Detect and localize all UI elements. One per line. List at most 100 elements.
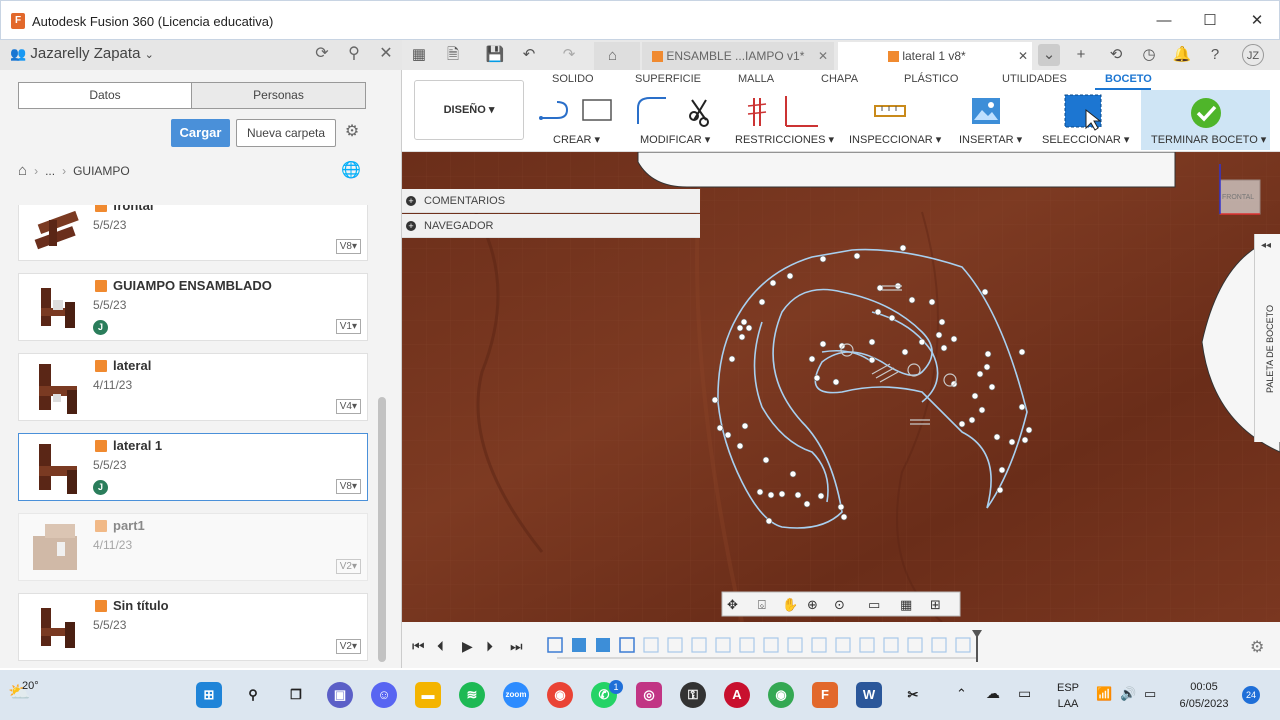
inspect-group-label[interactable]: INSPECCIONAR ▾: [849, 133, 941, 146]
chrome-profile-icon[interactable]: ◉: [768, 682, 794, 708]
teams-icon[interactable]: ▣: [327, 682, 353, 708]
create-group-label[interactable]: CREAR ▾: [553, 133, 600, 146]
step-forward-icon[interactable]: ⏵: [486, 639, 493, 655]
word-icon[interactable]: W: [856, 682, 882, 708]
tab-lateral-1[interactable]: lateral 1 v8* ✕: [838, 42, 1032, 70]
file-item[interactable]: part1 4/11/23 V2▾: [18, 513, 368, 581]
autodesk-access-icon[interactable]: A: [724, 682, 750, 708]
timeline-settings-gear-icon[interactable]: ⚙: [1250, 637, 1264, 656]
finish-sketch-checkmark-icon[interactable]: [1189, 96, 1223, 130]
ribbon-tab-utilidades[interactable]: UTILIDADES: [1002, 73, 1067, 85]
new-tab-icon[interactable]: +: [1070, 44, 1092, 66]
minimize-icon[interactable]: —: [1149, 9, 1179, 33]
show-hidden-icons-icon[interactable]: ⌃: [956, 686, 967, 702]
workspace-dropdown[interactable]: DISEÑO ▾: [414, 80, 524, 140]
comments-panel-header[interactable]: + COMENTARIOS: [402, 189, 700, 213]
instagram-icon[interactable]: ◎: [636, 682, 662, 708]
ribbon-tab-boceto[interactable]: BOCETO: [1105, 73, 1152, 85]
upload-button[interactable]: Cargar: [171, 119, 230, 147]
insert-group-label[interactable]: INSERTAR ▾: [959, 133, 1022, 146]
timeline-image-feature[interactable]: [596, 638, 610, 652]
version-badge[interactable]: V8▾: [335, 239, 361, 254]
notifications-icon[interactable]: 🔔: [1171, 44, 1193, 66]
notification-badge[interactable]: 24: [1242, 686, 1260, 704]
user-avatar[interactable]: JZ: [1242, 44, 1264, 66]
play-icon[interactable]: ▶: [462, 639, 473, 655]
browser-panel-header[interactable]: + NAVEGADOR: [402, 214, 700, 238]
file-item[interactable]: frontal 5/5/23 V8▾: [18, 205, 368, 261]
snipping-tool-icon[interactable]: ✂: [900, 682, 926, 708]
device-icon[interactable]: ▭: [1018, 685, 1031, 702]
breadcrumb-ellipsis[interactable]: ...: [45, 164, 55, 178]
ribbon-tab-superficie[interactable]: SUPERFICIE: [635, 73, 701, 85]
start-icon[interactable]: ⊞: [196, 682, 222, 708]
select-group-label[interactable]: SELECCIONAR ▾: [1042, 133, 1129, 146]
close-tab-icon[interactable]: ✕: [1018, 42, 1028, 70]
grid-menu-icon[interactable]: ▦: [408, 44, 430, 66]
help-icon[interactable]: ?: [1204, 44, 1226, 66]
onedrive-icon[interactable]: ☁: [986, 685, 1000, 702]
file-item[interactable]: Sin título 5/5/23 V2▾: [18, 593, 368, 661]
close-icon[interactable]: ✕: [1242, 9, 1272, 33]
spotify-icon[interactable]: ≋: [459, 682, 485, 708]
team-switcher[interactable]: 👥 Jazarelly Zapata ⌄: [10, 45, 154, 62]
tab-personas[interactable]: Personas: [191, 82, 366, 109]
constraints-tools-icon[interactable]: [742, 94, 822, 130]
constraints-group-label[interactable]: RESTRICCIONES ▾: [735, 133, 834, 146]
extensions-icon[interactable]: ⟲: [1105, 44, 1127, 66]
timeline-extrude-feature[interactable]: [572, 638, 586, 652]
ribbon-tab-plastico[interactable]: PLÁSTICO: [904, 73, 958, 85]
go-to-end-icon[interactable]: ⏭: [510, 639, 523, 655]
maximize-icon[interactable]: ☐: [1195, 9, 1225, 33]
modify-tools-icon[interactable]: [634, 94, 714, 130]
zoom-icon[interactable]: ⊕: [807, 598, 818, 613]
tab-home[interactable]: ⌂: [594, 42, 640, 70]
file-menu-icon[interactable]: 🗎: [442, 44, 464, 66]
file-item[interactable]: GUIAMPO ENSAMBLADO 5/5/23 J V1▾: [18, 273, 368, 341]
version-badge[interactable]: V1▾: [335, 319, 361, 334]
undo-icon[interactable]: ↶: [518, 44, 540, 66]
file-explorer-icon[interactable]: ▬: [415, 682, 441, 708]
new-folder-button[interactable]: Nueva carpeta: [236, 119, 336, 147]
sketch-palette-tab[interactable]: ◂◂ PALETA DE BOCETO: [1254, 234, 1280, 442]
redo-icon[interactable]: ↷: [558, 44, 580, 66]
refresh-icon[interactable]: ⟳: [312, 44, 332, 64]
viewports-icon[interactable]: ⊞: [930, 598, 941, 613]
zoom-icon[interactable]: zoom: [503, 682, 529, 708]
file-item-selected[interactable]: lateral 1 5/5/23 J V8▾: [18, 433, 368, 501]
tab-ensamble[interactable]: ENSAMBLE ...IAMPO v1* ✕: [642, 42, 834, 70]
create-tools-icon[interactable]: [537, 96, 617, 128]
close-panel-icon[interactable]: ✕: [376, 44, 396, 64]
ribbon-tab-solido[interactable]: SOLIDO: [552, 73, 594, 85]
security-icon[interactable]: ⚿: [680, 682, 706, 708]
select-icon[interactable]: [1062, 92, 1106, 132]
finish-sketch-label[interactable]: TERMINAR BOCETO ▾: [1151, 133, 1266, 146]
home-icon[interactable]: ⌂: [18, 162, 27, 179]
tab-datos[interactable]: Datos: [18, 82, 192, 109]
pan-icon[interactable]: ✋: [782, 597, 798, 613]
ribbon-tab-chapa[interactable]: CHAPA: [821, 73, 858, 85]
fusion-360-icon[interactable]: F: [812, 682, 838, 708]
close-tab-icon[interactable]: ✕: [818, 42, 828, 70]
go-to-start-icon[interactable]: ⏮: [412, 639, 425, 655]
job-status-icon[interactable]: ◷: [1138, 44, 1160, 66]
save-icon[interactable]: 💾: [484, 44, 506, 66]
insert-image-icon[interactable]: [970, 96, 1004, 126]
discord-icon[interactable]: ☺: [371, 682, 397, 708]
task-view-icon[interactable]: ❐: [283, 682, 309, 708]
globe-icon[interactable]: 🌐: [341, 161, 361, 181]
chrome-icon[interactable]: ◉: [547, 682, 573, 708]
search-icon[interactable]: ⚲: [344, 44, 364, 64]
collapse-palette-icon[interactable]: ◂◂: [1261, 240, 1271, 251]
tabs-overflow-icon[interactable]: ⌄: [1038, 44, 1060, 66]
zoom-window-icon[interactable]: ⊙: [834, 598, 845, 613]
input-language[interactable]: ESP: [1056, 682, 1080, 694]
clock-date[interactable]: 6/05/2023: [1172, 698, 1236, 710]
version-badge[interactable]: V4▾: [335, 399, 361, 414]
timeline-sketch-feature[interactable]: [547, 637, 563, 653]
step-back-icon[interactable]: ⏴: [437, 639, 444, 655]
file-item[interactable]: lateral 4/11/23 V4▾: [18, 353, 368, 421]
search-icon[interactable]: ⚲: [240, 682, 266, 708]
wifi-icon[interactable]: 📶: [1096, 686, 1112, 702]
look-at-icon[interactable]: ⌺: [758, 598, 766, 613]
